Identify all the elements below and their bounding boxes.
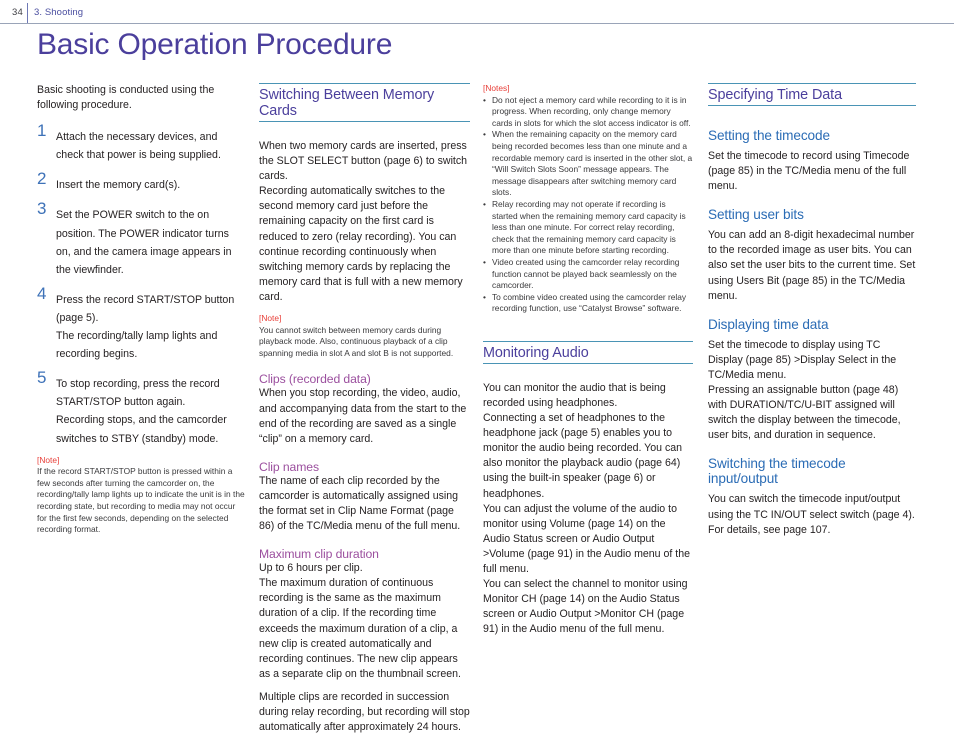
note-body: If the record START/STOP button is press… [37, 466, 245, 535]
notes-label: [Notes] [483, 83, 510, 93]
step-number: 2 [37, 169, 47, 189]
note-list-item: To combine video created using the camco… [483, 292, 693, 315]
step-number: 3 [37, 199, 47, 219]
step-number: 5 [37, 368, 47, 388]
step-item: 2 Insert the memory card(s). [37, 170, 245, 193]
monitoring-audio-paragraph-4: You can select the channel to monitor us… [483, 578, 688, 636]
max-duration-body-2: The maximum duration of continuous recor… [259, 577, 461, 680]
switching-timecode-io-body-1: You can switch the timecode input/output… [708, 493, 915, 521]
section-heading-memory-cards: Switching Between Memory Cards [259, 83, 470, 122]
setting-user-bits-body: You can add an 8-digit hexadecimal numbe… [708, 229, 916, 302]
header-rule [0, 23, 954, 24]
switching-timecode-io-body-2: For details, see page 107. [708, 523, 831, 536]
step-text: To stop recording, press the record STAR… [56, 378, 227, 445]
setting-timecode-body: Set the timecode to record using Timecod… [708, 150, 910, 193]
procedure-steps: 1 Attach the necessary devices, and chec… [37, 122, 245, 446]
step-text: Press the record START/STOP button (page… [56, 293, 235, 361]
clip-names-body: The name of each clip recorded by the ca… [259, 474, 461, 533]
displaying-time-data-body-2: Pressing an assignable button (page 48) … [708, 384, 901, 442]
column-3: [Notes] Do not eject a memory card while… [483, 83, 693, 637]
step-number: 4 [37, 283, 47, 303]
subheading-max-clip-duration: Maximum clip duration [259, 547, 379, 562]
subheading-clips: Clips (recorded data) [259, 372, 371, 387]
step-item: 1 Attach the necessary devices, and chec… [37, 122, 245, 163]
note-label: [Note] [37, 454, 60, 465]
memory-cards-paragraph-2: Recording automatically switches to the … [259, 185, 463, 303]
subheading-setting-user-bits: Setting user bits [708, 207, 804, 223]
page-title: Basic Operation Procedure [37, 28, 393, 61]
note-list-item: When the remaining capacity on the memor… [483, 129, 693, 199]
step-item: 3 Set the POWER switch to the on positio… [37, 200, 245, 277]
step-text: Set the POWER switch to the on position.… [56, 209, 232, 276]
subheading-switching-timecode-io: Switching the timecode input/output [708, 456, 846, 487]
note-list-item: Do not eject a memory card while recordi… [483, 95, 693, 130]
note-body: You cannot switch between memory cards d… [259, 324, 454, 358]
memory-cards-paragraph-1: When two memory cards are inserted, pres… [259, 140, 468, 183]
chapter-name: 3. Shooting [34, 7, 84, 18]
step-text: Insert the memory card(s). [56, 179, 181, 192]
section-heading-monitoring-audio: Monitoring Audio [483, 340, 693, 364]
clips-body: When you stop recording, the video, audi… [259, 387, 467, 445]
step-item: 5 To stop recording, press the record ST… [37, 369, 245, 446]
monitoring-audio-paragraph-1: You can monitor the audio that is being … [483, 381, 666, 409]
monitoring-audio-paragraph-3: You can adjust the volume of the audio t… [483, 502, 691, 575]
header-divider [27, 3, 28, 23]
page-header: 34 3. Shooting [0, 0, 954, 24]
note-label: [Note] [259, 313, 282, 324]
page-number: 34 [12, 7, 23, 18]
max-duration-body-3: Multiple clips are recorded in successio… [259, 690, 470, 734]
max-duration-body-1: Up to 6 hours per clip. [259, 562, 363, 575]
note-list-item: Relay recording may not operate if recor… [483, 199, 693, 257]
step-number: 1 [37, 121, 47, 141]
note-list-item: Video created using the camcorder relay … [483, 257, 693, 292]
displaying-time-data-body-1: Set the timecode to display using TC Dis… [708, 338, 897, 381]
step-item: 4 Press the record START/STOP button (pa… [37, 285, 245, 362]
column-4: Specifying Time Data Setting the timecod… [708, 83, 916, 538]
subheading-clip-names: Clip names [259, 459, 319, 474]
column-1: Basic shooting is conducted using the fo… [37, 83, 245, 536]
notes-list: Do not eject a memory card while recordi… [483, 95, 693, 315]
step-text: Attach the necessary devices, and check … [56, 131, 221, 162]
monitoring-audio-paragraph-2: Connecting a set of headphones to the he… [483, 412, 683, 500]
column-2: Switching Between Memory Cards When two … [259, 83, 470, 735]
subheading-displaying-time-data: Displaying time data [708, 316, 829, 332]
subheading-setting-timecode: Setting the timecode [708, 128, 830, 143]
intro-paragraph: Basic shooting is conducted using the fo… [37, 84, 215, 112]
section-heading-time-data: Specifying Time Data [708, 83, 916, 106]
